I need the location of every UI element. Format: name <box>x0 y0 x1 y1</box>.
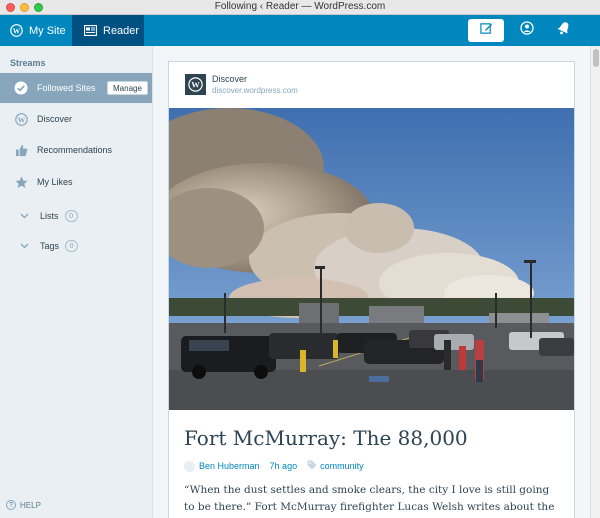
star-icon <box>14 175 28 189</box>
window-titlebar: Following ‹ Reader — WordPress.com <box>0 0 600 15</box>
post-title[interactable]: Fort McMurray: The 88,000 <box>184 426 468 450</box>
notifications-button[interactable] <box>549 15 579 46</box>
window-title: Following ‹ Reader — WordPress.com <box>214 1 386 12</box>
sidebar-item-my-likes[interactable]: My Likes <box>0 167 152 197</box>
sidebar-item-discover[interactable]: W Discover <box>0 104 152 134</box>
me-button[interactable] <box>512 15 542 46</box>
manage-followed-sites-button[interactable]: Manage <box>107 81 148 95</box>
post-site-header[interactable]: W Discover discover.wordpress.com <box>169 62 574 108</box>
help-icon: ? <box>6 500 16 510</box>
sidebar-item-label: Lists <box>40 211 59 221</box>
write-post-button[interactable] <box>468 19 504 42</box>
help-button[interactable]: ? HELP <box>6 500 41 510</box>
sidebar-item-label: Discover <box>37 114 73 124</box>
sidebar-item-label: Tags <box>40 241 60 251</box>
post-tag-link[interactable]: community <box>320 461 364 471</box>
svg-text:W: W <box>13 26 21 35</box>
author-link[interactable]: Ben Huberman <box>199 461 260 471</box>
checkmark-circle-icon <box>14 81 28 95</box>
sidebar-item-label: My Likes <box>37 177 73 187</box>
lists-count-badge: 0 <box>64 210 78 222</box>
wordpress-logo-icon: W <box>14 112 28 126</box>
post-time-link[interactable]: 7h ago <box>270 461 298 471</box>
svg-text:W: W <box>191 80 200 90</box>
scrollbar-thumb[interactable] <box>593 49 599 67</box>
post-card[interactable]: W Discover discover.wordpress.com Fort M… <box>168 61 575 518</box>
sidebar-item-tags[interactable]: Tags 0 <box>0 231 152 261</box>
sidebar-item-lists[interactable]: Lists 0 <box>0 201 152 231</box>
reader-stream: W Discover discover.wordpress.com Fort M… <box>153 46 590 518</box>
reader-sidebar: Streams Followed Sites Manage W Discover… <box>0 46 153 518</box>
vertical-scrollbar[interactable] <box>590 46 600 518</box>
user-circle-icon <box>520 21 534 40</box>
chevron-down-icon <box>17 209 31 223</box>
sidebar-item-followed-sites[interactable]: Followed Sites Manage <box>0 73 152 103</box>
wordpress-logo-icon: W <box>10 24 23 37</box>
tags-count-badge: 0 <box>65 240 79 252</box>
masterbar: W My Site Reader <box>0 15 600 46</box>
write-post-icon <box>479 22 493 40</box>
my-site-label: My Site <box>29 24 66 37</box>
site-name[interactable]: Discover <box>212 74 247 84</box>
help-label: HELP <box>20 500 41 510</box>
sidebar-item-label: Followed Sites <box>37 83 96 93</box>
post-excerpt[interactable]: “When the dust settles and smoke clears,… <box>184 482 562 516</box>
chevron-down-icon <box>17 239 31 253</box>
svg-text:W: W <box>17 115 25 124</box>
site-url[interactable]: discover.wordpress.com <box>212 86 298 95</box>
post-byline: Ben Huberman 7h ago community <box>184 460 364 472</box>
streams-heading: Streams <box>10 58 46 68</box>
tag-icon <box>307 460 317 472</box>
reader-icon <box>84 25 97 36</box>
bell-icon <box>557 21 571 40</box>
sidebar-item-recommendations[interactable]: Recommendations <box>0 135 152 165</box>
reader-label: Reader <box>103 24 140 37</box>
sidebar-item-label: Recommendations <box>37 145 113 155</box>
site-icon: W <box>185 74 206 95</box>
thumbs-up-icon <box>14 143 28 157</box>
author-avatar <box>184 460 195 472</box>
post-featured-image[interactable] <box>169 108 574 410</box>
reader-button[interactable]: Reader <box>72 15 144 46</box>
my-site-button[interactable]: W My Site <box>0 15 72 46</box>
